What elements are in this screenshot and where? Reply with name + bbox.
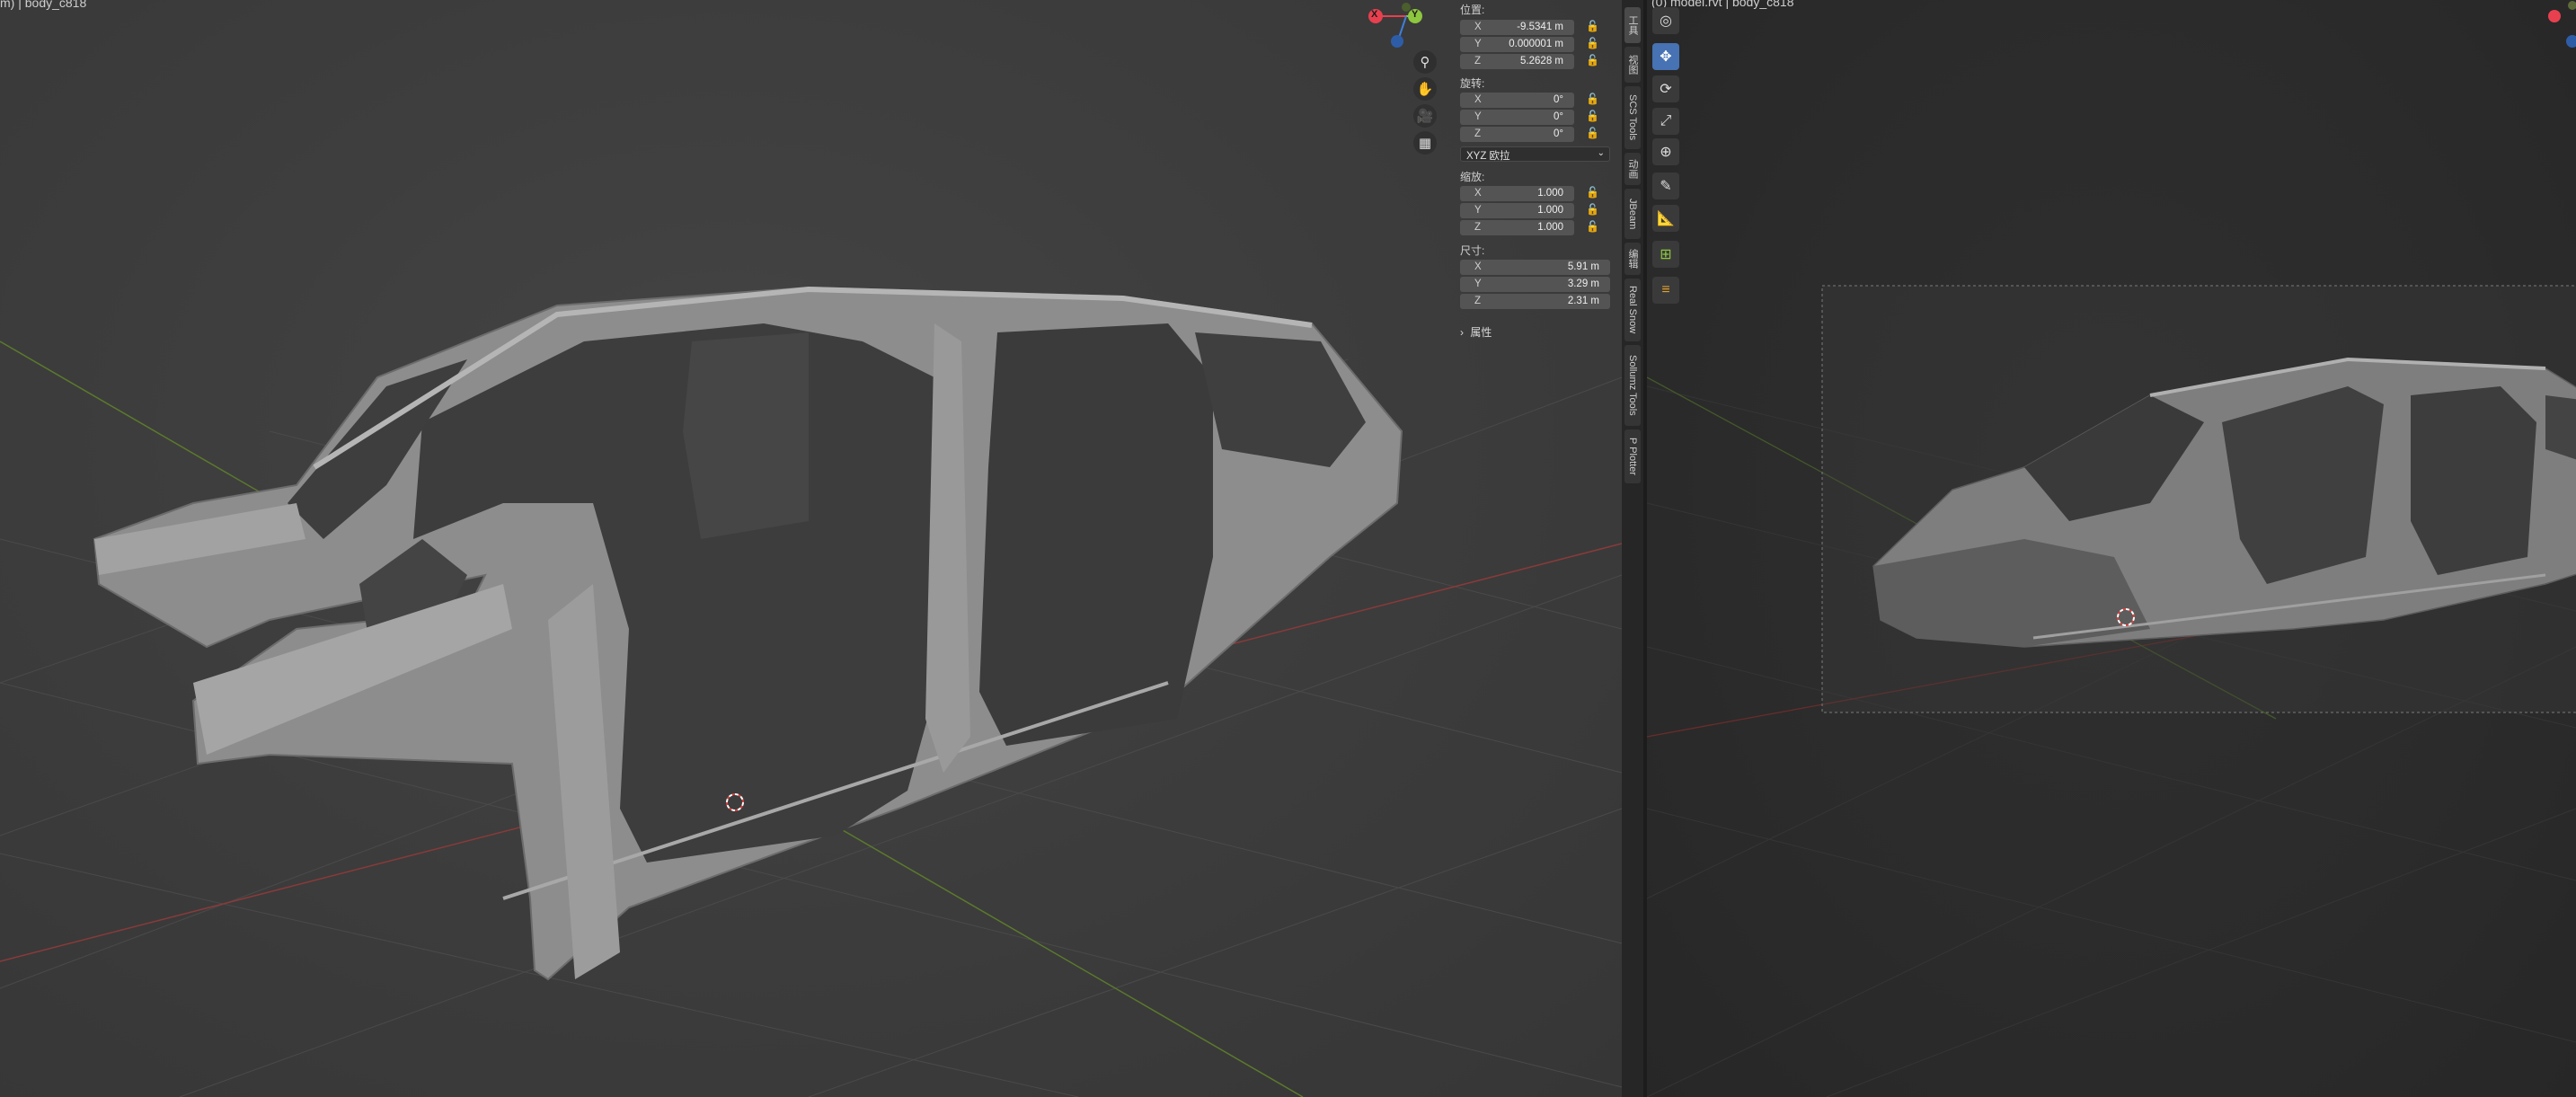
scale-y-value: 1.000 bbox=[1537, 205, 1563, 216]
axis-x-label: X bbox=[1474, 261, 1482, 272]
lock-icon[interactable]: 🔓 bbox=[1586, 203, 1602, 216]
lock-icon[interactable]: 🔓 bbox=[1586, 54, 1602, 66]
location-z-value: 5.2628 m bbox=[1520, 56, 1563, 66]
location-x-field[interactable]: X -9.5341 m bbox=[1460, 20, 1574, 35]
tab-p-plotter[interactable]: P Plotter bbox=[1624, 429, 1641, 483]
right-3d-viewport[interactable]: (0) model.rvt | body_c818 ◎ ✥ ⟳ ⤢ ⊕ ✎ 📐 … bbox=[1647, 0, 2576, 1097]
zoom-icon[interactable]: ⚲ bbox=[1413, 50, 1437, 74]
z-axis-handle[interactable] bbox=[1391, 35, 1403, 48]
rotation-y-field[interactable]: Y 0° bbox=[1460, 110, 1574, 125]
measure-icon[interactable]: 📐 bbox=[1652, 205, 1679, 232]
location-y-field[interactable]: Y 0.000001 m bbox=[1460, 37, 1574, 52]
location-label: 位置: bbox=[1460, 4, 1485, 16]
axis-z-label: Z bbox=[1474, 128, 1482, 139]
axis-y-label: Y bbox=[1474, 39, 1482, 49]
rotation-mode-dropdown[interactable]: XYZ 欧拉 ⌄ bbox=[1460, 146, 1610, 162]
scale-z-field[interactable]: Z 1.000 bbox=[1460, 220, 1574, 235]
z-axis-handle[interactable] bbox=[2566, 35, 2576, 48]
tab-real-snow[interactable]: Real Snow bbox=[1624, 279, 1641, 341]
scale-x-value: 1.000 bbox=[1537, 188, 1563, 199]
transform-icon[interactable]: ⊕ bbox=[1652, 138, 1679, 165]
axis-x-label: X bbox=[1474, 188, 1482, 199]
ruler-icon[interactable]: ≡ bbox=[1652, 277, 1679, 304]
axis-z-label: Z bbox=[1474, 56, 1482, 66]
x-axis-handle[interactable] bbox=[2548, 10, 2561, 22]
tab-scs-tools[interactable]: SCS Tools bbox=[1624, 86, 1641, 149]
axis-x-label: X bbox=[1474, 94, 1482, 105]
cursor-icon[interactable]: ◎ bbox=[1652, 7, 1679, 34]
camera-icon[interactable]: 🎥 bbox=[1413, 104, 1437, 128]
scale-y-field[interactable]: Y 1.000 bbox=[1460, 203, 1574, 218]
properties-label: 属性 bbox=[1470, 326, 1492, 339]
transform-panel: 位置: X -9.5341 m Y 0.000001 m Z 5.2628 m 🔓 🔓… bbox=[1451, 0, 1622, 377]
properties-section-header[interactable]: › 属性 bbox=[1460, 324, 1492, 340]
lock-icon[interactable]: 🔓 bbox=[1586, 37, 1602, 49]
grid-icon[interactable]: ▦ bbox=[1413, 131, 1437, 155]
scale-z-value: 1.000 bbox=[1537, 222, 1563, 233]
navigation-gizmo[interactable] bbox=[2548, 1, 2576, 48]
lock-icon[interactable]: 🔓 bbox=[1586, 186, 1602, 199]
location-y-value: 0.000001 m bbox=[1509, 39, 1563, 49]
dimensions-x-value: 5.91 m bbox=[1567, 261, 1599, 272]
left-3d-viewport[interactable]: m) | body_c818 X Y ⚲ ✋ 🎥 ▦ bbox=[0, 0, 1622, 1097]
axis-z-label: Z bbox=[1474, 222, 1482, 233]
right-scene bbox=[1647, 1, 2576, 1097]
tab-sollumz-tools[interactable]: Sollumz Tools bbox=[1624, 345, 1641, 426]
chevron-down-icon: ⌄ bbox=[1597, 148, 1605, 158]
lock-icon[interactable]: 🔓 bbox=[1586, 127, 1602, 139]
dimensions-label: 尺寸: bbox=[1460, 244, 1485, 257]
dimensions-x-field[interactable]: X 5.91 m bbox=[1460, 260, 1610, 275]
rotation-z-value: 0° bbox=[1554, 128, 1563, 139]
gizmo-y-label: Y bbox=[1412, 9, 1419, 20]
rotate-icon[interactable]: ⟳ bbox=[1652, 75, 1679, 102]
location-z-field[interactable]: Z 5.2628 m bbox=[1460, 54, 1574, 69]
axis-x-label: X bbox=[1474, 22, 1482, 32]
lock-icon[interactable]: 🔓 bbox=[1586, 93, 1602, 105]
dimensions-y-value: 3.29 m bbox=[1567, 279, 1599, 289]
location-x-value: -9.5341 m bbox=[1517, 22, 1563, 32]
rotation-z-field[interactable]: Z 0° bbox=[1460, 127, 1574, 142]
lock-icon[interactable]: 🔓 bbox=[1586, 20, 1602, 32]
add-cube-icon[interactable]: ⊞ bbox=[1652, 241, 1679, 268]
tab-tool[interactable]: 工具 bbox=[1624, 7, 1641, 43]
axis-z-label: Z bbox=[1474, 296, 1482, 306]
dimensions-z-field[interactable]: Z 2.31 m bbox=[1460, 294, 1610, 309]
left-scene bbox=[0, 3, 1622, 1097]
dimensions-z-value: 2.31 m bbox=[1567, 296, 1599, 306]
lock-icon[interactable]: 🔓 bbox=[1586, 220, 1602, 233]
viewport-title: m) | body_c818 bbox=[0, 0, 87, 10]
scale-icon[interactable]: ⤢ bbox=[1652, 108, 1679, 135]
axis-y-label: Y bbox=[1474, 279, 1482, 289]
tab-jbeam[interactable]: JBeam bbox=[1624, 189, 1641, 239]
dimensions-y-field[interactable]: Y 3.29 m bbox=[1460, 277, 1610, 292]
lock-icon[interactable]: 🔓 bbox=[1586, 110, 1602, 122]
rotation-x-value: 0° bbox=[1554, 94, 1563, 105]
chevron-right-icon: › bbox=[1460, 326, 1464, 339]
gizmo-x-label: X bbox=[1371, 9, 1378, 20]
tab-edit[interactable]: 编辑 bbox=[1624, 243, 1641, 275]
annotate-icon[interactable]: ✎ bbox=[1652, 173, 1679, 199]
car-body-model[interactable] bbox=[93, 286, 1403, 981]
move-icon[interactable]: ✥ bbox=[1652, 43, 1679, 70]
scale-x-field[interactable]: X 1.000 bbox=[1460, 186, 1574, 201]
axis-y-label: Y bbox=[1474, 205, 1482, 216]
rotation-mode-value: XYZ 欧拉 bbox=[1466, 151, 1510, 162]
scale-label: 缩放: bbox=[1460, 171, 1485, 183]
sidebar-tabs: 工具 视图 SCS Tools 动画 JBeam 编辑 Real Snow So… bbox=[1622, 0, 1643, 1097]
rotation-x-field[interactable]: X 0° bbox=[1460, 93, 1574, 108]
rotation-label: 旋转: bbox=[1460, 77, 1485, 90]
tab-view[interactable]: 视图 bbox=[1624, 47, 1641, 83]
axis-y-label: Y bbox=[1474, 111, 1482, 122]
pan-hand-icon[interactable]: ✋ bbox=[1413, 77, 1437, 101]
tab-animation[interactable]: 动画 bbox=[1624, 153, 1641, 185]
rotation-y-value: 0° bbox=[1554, 111, 1563, 122]
